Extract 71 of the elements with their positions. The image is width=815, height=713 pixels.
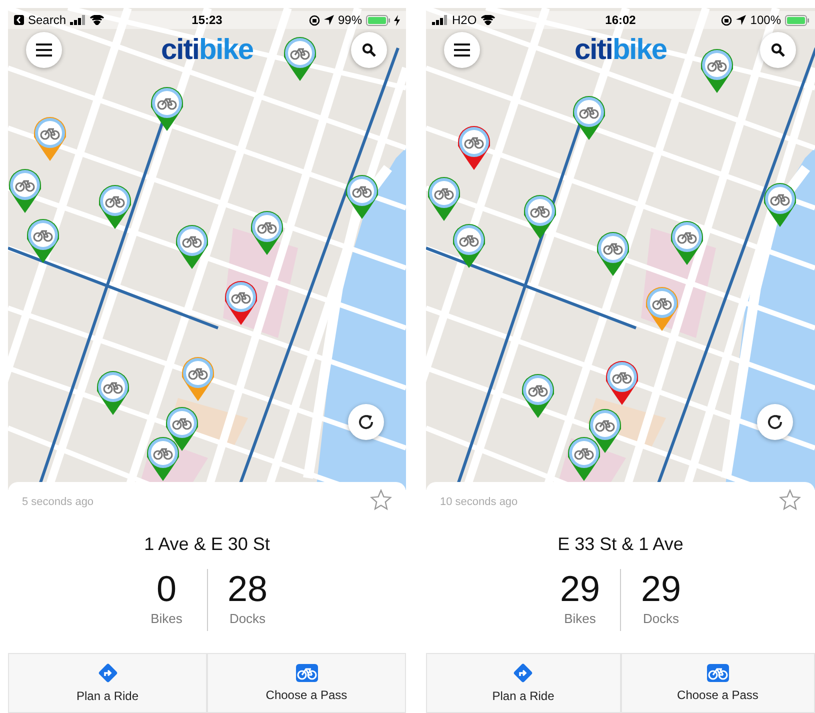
search-icon [771, 43, 785, 57]
wifi-icon [480, 15, 495, 25]
bike-station-pin[interactable] [645, 286, 679, 332]
bike-pass-icon [706, 664, 729, 682]
rotation-lock-icon [308, 14, 320, 26]
bike-station-pin[interactable] [427, 176, 461, 222]
bike-station-pin[interactable] [146, 436, 180, 482]
bike-station-pin[interactable] [523, 194, 557, 240]
dock-count: 28 [227, 569, 268, 609]
choose-pass-button[interactable]: Choose a Pass [620, 653, 815, 713]
bike-count: 0 [156, 569, 177, 609]
bike-station-pin[interactable] [26, 218, 60, 264]
refresh-icon [357, 413, 375, 431]
bike-station-pin[interactable] [345, 174, 379, 220]
battery-percent: 100% [750, 13, 781, 27]
bike-station-pin[interactable] [175, 224, 209, 270]
bike-pass-icon [296, 664, 318, 682]
back-link[interactable]: Search [28, 13, 66, 27]
bike-station-pin[interactable] [181, 356, 215, 402]
search-icon [362, 43, 376, 57]
refresh-icon [766, 413, 784, 431]
logo: citibike [161, 34, 253, 67]
bike-station-pin[interactable] [150, 86, 184, 132]
bike-station-pin[interactable] [567, 436, 601, 482]
bike-station-pin[interactable] [250, 210, 284, 256]
dock-count: 29 [640, 569, 682, 609]
bike-station-pin[interactable] [572, 95, 606, 141]
station-name: E 33 St & 1 Ave [556, 534, 684, 555]
signal-icon [432, 15, 448, 25]
bikes-label: Bikes [150, 611, 182, 626]
bike-station-pin[interactable] [457, 125, 491, 171]
favorite-star-icon[interactable] [370, 488, 392, 510]
update-time: 5 seconds ago [22, 496, 94, 508]
back-icon[interactable] [14, 15, 24, 25]
bike-station-pin[interactable] [596, 231, 630, 277]
bike-station-pin[interactable] [98, 184, 132, 230]
rotation-lock-icon [721, 14, 732, 26]
menu-icon [36, 43, 52, 57]
wifi-icon [90, 15, 104, 25]
choose-pass-button[interactable]: Choose a Pass [207, 653, 406, 713]
update-time: 10 seconds ago [440, 496, 518, 508]
bike-count: 29 [560, 569, 600, 609]
docks-label: Docks [642, 611, 680, 626]
bike-station-pin[interactable] [521, 373, 555, 419]
bike-station-pin[interactable] [605, 360, 639, 406]
bike-station-pin[interactable] [763, 182, 797, 228]
signal-icon [70, 15, 86, 25]
bike-station-pin[interactable] [8, 168, 42, 214]
menu-icon [454, 43, 470, 57]
clock: 16:02 [605, 13, 636, 27]
carrier-name: H2O [452, 13, 477, 27]
bike-station-pin[interactable] [283, 36, 317, 82]
bike-station-pin[interactable] [670, 220, 704, 266]
bike-station-pin[interactable] [700, 48, 734, 94]
bike-station-pin[interactable] [452, 223, 486, 269]
battery-icon [785, 14, 809, 26]
bike-station-pin[interactable] [96, 370, 130, 416]
docks-label: Docks [229, 611, 266, 626]
location-arrow-icon [736, 15, 746, 25]
plan-ride-button[interactable]: Plan a Ride [8, 653, 207, 713]
plan-ride-button[interactable]: Plan a Ride [426, 653, 620, 713]
battery-percent: 99% [338, 13, 362, 27]
logo: citibike [574, 34, 666, 67]
battery-icon [366, 14, 390, 26]
location-arrow-icon [324, 15, 334, 25]
bikes-label: Bikes [564, 611, 596, 626]
station-name: 1 Ave & E 30 St [143, 534, 271, 555]
bike-station-pin[interactable] [33, 116, 67, 162]
clock: 15:23 [192, 13, 222, 27]
favorite-star-icon[interactable] [779, 488, 801, 510]
bike-station-pin[interactable] [224, 280, 258, 326]
